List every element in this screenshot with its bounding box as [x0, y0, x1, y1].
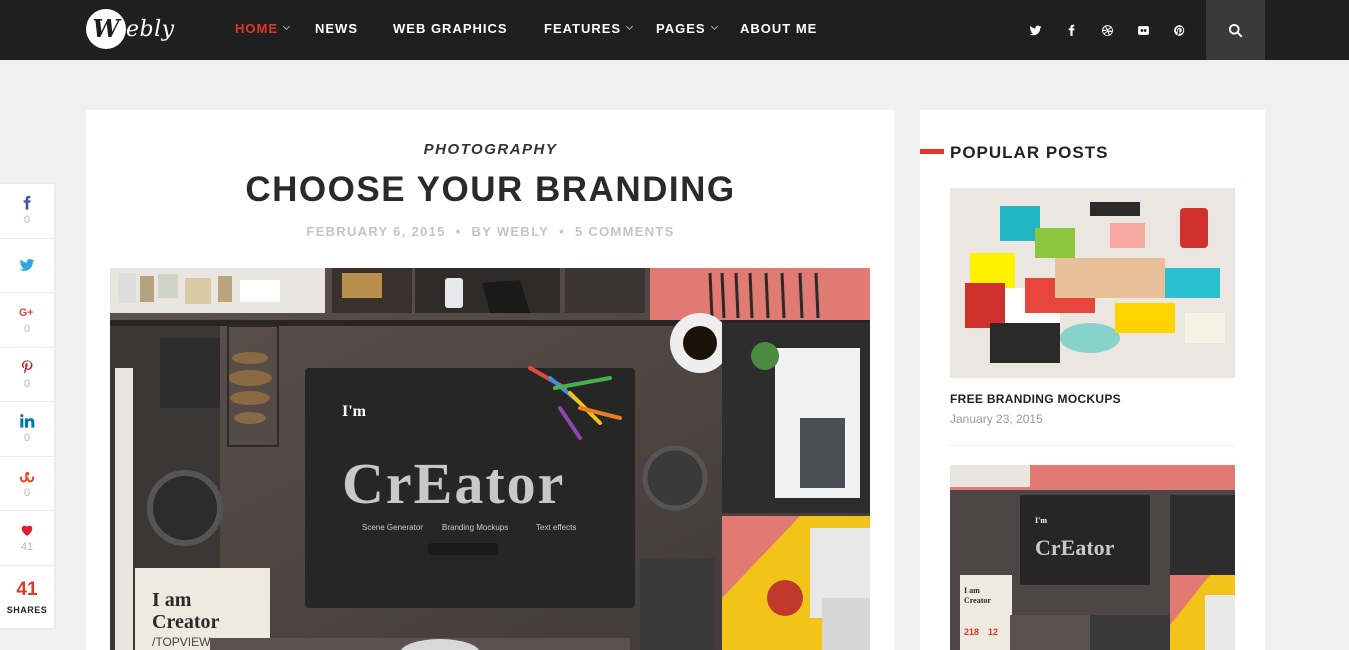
section-accent-bar	[920, 149, 944, 154]
branding-mockup-thumbnail	[950, 188, 1235, 378]
nav-label: FEATURES	[544, 21, 622, 36]
share-count: 0	[23, 377, 31, 390]
svg-text:I am: I am	[964, 586, 980, 595]
share-count: 0	[23, 486, 31, 499]
nav-item-news[interactable]: NEWS	[315, 0, 358, 60]
twitter-icon[interactable]	[1027, 22, 1043, 38]
creator-thumbnail: I'm CrEator I am Creator 218 12	[950, 465, 1235, 650]
svg-text:12: 12	[988, 627, 998, 637]
hero-im: I'm	[342, 403, 367, 420]
meta-separator: •	[455, 224, 462, 239]
nav-item-features[interactable]: FEATURES	[544, 0, 634, 60]
nav-label: WEB GRAPHICS	[393, 21, 508, 36]
sidebar-popular-posts: POPULAR POSTS FREE BRANDING MOCKUPS Janu…	[920, 110, 1265, 650]
share-count: 0	[23, 432, 31, 445]
share-twitter[interactable]	[0, 239, 54, 293]
nav-item-pages[interactable]: PAGES	[656, 0, 718, 60]
hero-tag-3: Text effects	[536, 523, 576, 532]
share-love[interactable]: 41	[0, 511, 54, 566]
nav-label: ABOUT ME	[740, 21, 818, 36]
post-title[interactable]: CHOOSE YOUR BRANDING	[86, 170, 895, 210]
post-comments-link[interactable]: 5 COMMENTS	[575, 224, 675, 239]
site-logo[interactable]: W ebly	[86, 9, 176, 51]
svg-text:CrEator: CrEator	[1035, 535, 1115, 560]
svg-text:G+: G+	[19, 307, 34, 319]
nav-item-about-me[interactable]: ABOUT ME	[740, 0, 817, 60]
share-count: 41	[20, 541, 34, 554]
top-navbar: W ebly HOME NEWS WEB GRAPHICS FEATURES P…	[0, 0, 1349, 60]
pinterest-icon	[22, 360, 33, 374]
divider	[950, 445, 1235, 446]
pinterest-icon[interactable]	[1171, 22, 1187, 38]
svg-text:I'm: I'm	[1035, 516, 1047, 525]
popular-post-date: January 23, 2015	[950, 412, 1043, 426]
post-hero-image[interactable]: I am Creator /TOPVIEW I'm CrEator Scene …	[110, 268, 870, 650]
hero-card-line1: I am	[152, 589, 192, 611]
nav-label: HOME	[235, 21, 278, 36]
svg-text:218: 218	[964, 627, 979, 637]
hero-tag-2: Branding Mockups	[442, 523, 508, 532]
share-google-plus[interactable]: G+ 0	[0, 293, 54, 348]
chevron-down-icon	[282, 22, 291, 31]
post-author[interactable]: BY WEBLY	[472, 224, 550, 239]
share-count: 0	[23, 323, 31, 336]
share-pinterest[interactable]: 0	[0, 348, 54, 402]
chevron-down-icon	[626, 22, 634, 31]
svg-text:Creator: Creator	[964, 596, 991, 605]
logo-text: ebly	[126, 17, 175, 42]
hero-tag-1: Scene Generator	[362, 523, 423, 532]
share-facebook[interactable]: 0	[0, 184, 54, 239]
search-icon	[1228, 23, 1243, 37]
share-total-label: SHARES	[6, 604, 48, 615]
dribbble-icon[interactable]	[1099, 22, 1115, 38]
post-date: FEBRUARY 6, 2015	[306, 224, 446, 239]
hero-card-line3: /TOPVIEW	[152, 635, 211, 649]
post-meta: FEBRUARY 6, 2015 • BY WEBLY • 5 COMMENTS	[86, 224, 895, 239]
linkedin-icon	[20, 414, 35, 428]
hero-creator: CrEator	[342, 451, 565, 516]
hero-card-line2: Creator	[152, 611, 219, 633]
share-stumbleupon[interactable]: 0	[0, 457, 54, 511]
twitter-icon	[19, 259, 35, 272]
heart-icon	[21, 525, 33, 537]
meta-separator: •	[559, 224, 565, 239]
nav-item-home[interactable]: HOME	[235, 0, 291, 60]
search-button[interactable]	[1206, 0, 1265, 60]
nav-label: PAGES	[656, 21, 706, 36]
share-count: 0	[23, 214, 31, 227]
google-plus-icon: G+	[19, 307, 34, 319]
nav-label: NEWS	[315, 21, 358, 36]
flickr-icon[interactable]	[1135, 22, 1151, 38]
nav-item-web-graphics[interactable]: WEB GRAPHICS	[393, 0, 508, 60]
share-sidebar: 0 G+ 0 0 0 0 41 41 SHARES	[0, 184, 54, 628]
sidebar-title: POPULAR POSTS	[950, 143, 1109, 162]
logo-initial: W	[92, 14, 120, 43]
post-card: PHOTOGRAPHY CHOOSE YOUR BRANDING FEBRUAR…	[86, 110, 895, 650]
hero-illustration: I am Creator /TOPVIEW I'm CrEator Scene …	[110, 268, 870, 650]
facebook-icon[interactable]	[1063, 22, 1079, 38]
post-category[interactable]: PHOTOGRAPHY	[86, 141, 895, 158]
stumbleupon-icon	[19, 471, 35, 483]
facebook-icon	[23, 196, 31, 210]
popular-post-thumbnail-2[interactable]: I'm CrEator I am Creator 218 12	[950, 465, 1235, 650]
popular-post-thumbnail[interactable]	[950, 188, 1235, 378]
share-total: 41 SHARES	[0, 566, 54, 628]
share-linkedin[interactable]: 0	[0, 402, 54, 457]
share-total-count: 41	[16, 578, 38, 600]
chevron-down-icon	[710, 22, 718, 31]
popular-post-title[interactable]: FREE BRANDING MOCKUPS	[950, 392, 1121, 406]
